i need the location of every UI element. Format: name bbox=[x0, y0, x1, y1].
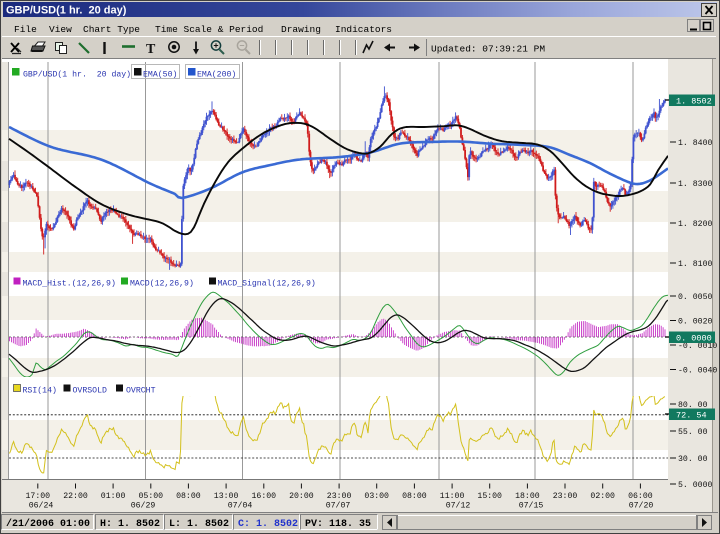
svg-text:L: 1. 8502: L: 1. 8502 bbox=[169, 519, 229, 530]
svg-text:PV: 118. 35: PV: 118. 35 bbox=[305, 519, 371, 530]
svg-text:Updated: 07:39:21 PM: Updated: 07:39:21 PM bbox=[431, 44, 545, 55]
svg-text:MACD_Hist.(12,26,9): MACD_Hist.(12,26,9) bbox=[23, 279, 116, 289]
svg-text:07/12: 07/12 bbox=[446, 501, 471, 511]
svg-text:OVRSOLD: OVRSOLD bbox=[73, 387, 107, 396]
svg-text:07/15: 07/15 bbox=[519, 501, 544, 511]
svg-text:C: 1. 8502: C: 1. 8502 bbox=[238, 519, 298, 530]
svg-text:1. 8200: 1. 8200 bbox=[678, 220, 712, 229]
svg-text:23:00: 23:00 bbox=[327, 492, 352, 501]
svg-text:07/04: 07/04 bbox=[228, 501, 253, 511]
svg-text:GBP/USD(1 hr. 20 day): GBP/USD(1 hr. 20 day) bbox=[23, 70, 131, 80]
svg-text:OVRCHT: OVRCHT bbox=[126, 387, 156, 396]
svg-text:MACD(12,26,9): MACD(12,26,9) bbox=[130, 279, 194, 289]
svg-text:0. 0000: 0. 0000 bbox=[676, 333, 712, 343]
svg-text:23:00: 23:00 bbox=[553, 492, 578, 501]
svg-text:View: View bbox=[49, 24, 72, 35]
svg-text:55. 00: 55. 00 bbox=[678, 428, 708, 437]
svg-text:13:00: 13:00 bbox=[214, 492, 239, 501]
svg-text:05:00: 05:00 bbox=[139, 492, 164, 501]
svg-text:1. 8400: 1. 8400 bbox=[678, 139, 712, 148]
svg-text:07/20: 07/20 bbox=[629, 501, 654, 511]
svg-text:72. 54: 72. 54 bbox=[676, 410, 707, 420]
svg-text:RSI(14): RSI(14) bbox=[23, 386, 57, 396]
svg-text:22:00: 22:00 bbox=[63, 492, 88, 501]
svg-text:Time Scale & Period: Time Scale & Period bbox=[155, 24, 263, 35]
svg-text:20:00: 20:00 bbox=[289, 492, 314, 501]
svg-text:06/29: 06/29 bbox=[131, 501, 156, 511]
svg-text:08:00: 08:00 bbox=[402, 492, 427, 501]
svg-text:T: T bbox=[146, 42, 156, 57]
svg-text:EMA(50): EMA(50) bbox=[143, 70, 177, 80]
svg-text:1. 8100: 1. 8100 bbox=[678, 260, 712, 269]
svg-text:18:00: 18:00 bbox=[515, 492, 540, 501]
svg-text:1. 8502: 1. 8502 bbox=[676, 96, 712, 106]
svg-text:07/07: 07/07 bbox=[326, 501, 351, 511]
svg-text:-0. 0010: -0. 0010 bbox=[678, 342, 717, 351]
svg-text:H: 1. 8502: H: 1. 8502 bbox=[100, 519, 160, 530]
svg-text:1. 8300: 1. 8300 bbox=[678, 180, 712, 189]
svg-text:0. 0020: 0. 0020 bbox=[678, 318, 712, 327]
svg-text:MACD_Signal(12,26,9): MACD_Signal(12,26,9) bbox=[218, 279, 316, 289]
svg-text:08:00: 08:00 bbox=[176, 492, 201, 501]
svg-text:0. 0050: 0. 0050 bbox=[678, 293, 712, 302]
svg-text:01:00: 01:00 bbox=[101, 492, 126, 501]
svg-text:5. 0000: 5. 0000 bbox=[678, 481, 712, 490]
svg-text:11:00: 11:00 bbox=[440, 492, 465, 501]
svg-text:06/24: 06/24 bbox=[29, 501, 54, 511]
svg-text:Drawing: Drawing bbox=[281, 24, 321, 35]
svg-text:Indicators: Indicators bbox=[335, 24, 392, 35]
svg-text:GBP/USD(1 hr. 20 day): GBP/USD(1 hr. 20 day) bbox=[6, 5, 127, 17]
svg-text:17:00: 17:00 bbox=[26, 492, 51, 501]
svg-text:06:00: 06:00 bbox=[628, 492, 653, 501]
svg-text:Chart Type: Chart Type bbox=[83, 24, 140, 35]
svg-text:30. 00: 30. 00 bbox=[678, 455, 708, 464]
svg-text:02:00: 02:00 bbox=[590, 492, 615, 501]
svg-text:-0. 0040: -0. 0040 bbox=[678, 367, 717, 376]
svg-text:15:00: 15:00 bbox=[477, 492, 502, 501]
svg-text:EMA(200): EMA(200) bbox=[197, 70, 236, 80]
svg-text:File: File bbox=[14, 24, 37, 35]
svg-text:16:00: 16:00 bbox=[252, 492, 277, 501]
svg-text:03:00: 03:00 bbox=[364, 492, 389, 501]
svg-text:/21/2006 01:00: /21/2006 01:00 bbox=[6, 518, 90, 530]
